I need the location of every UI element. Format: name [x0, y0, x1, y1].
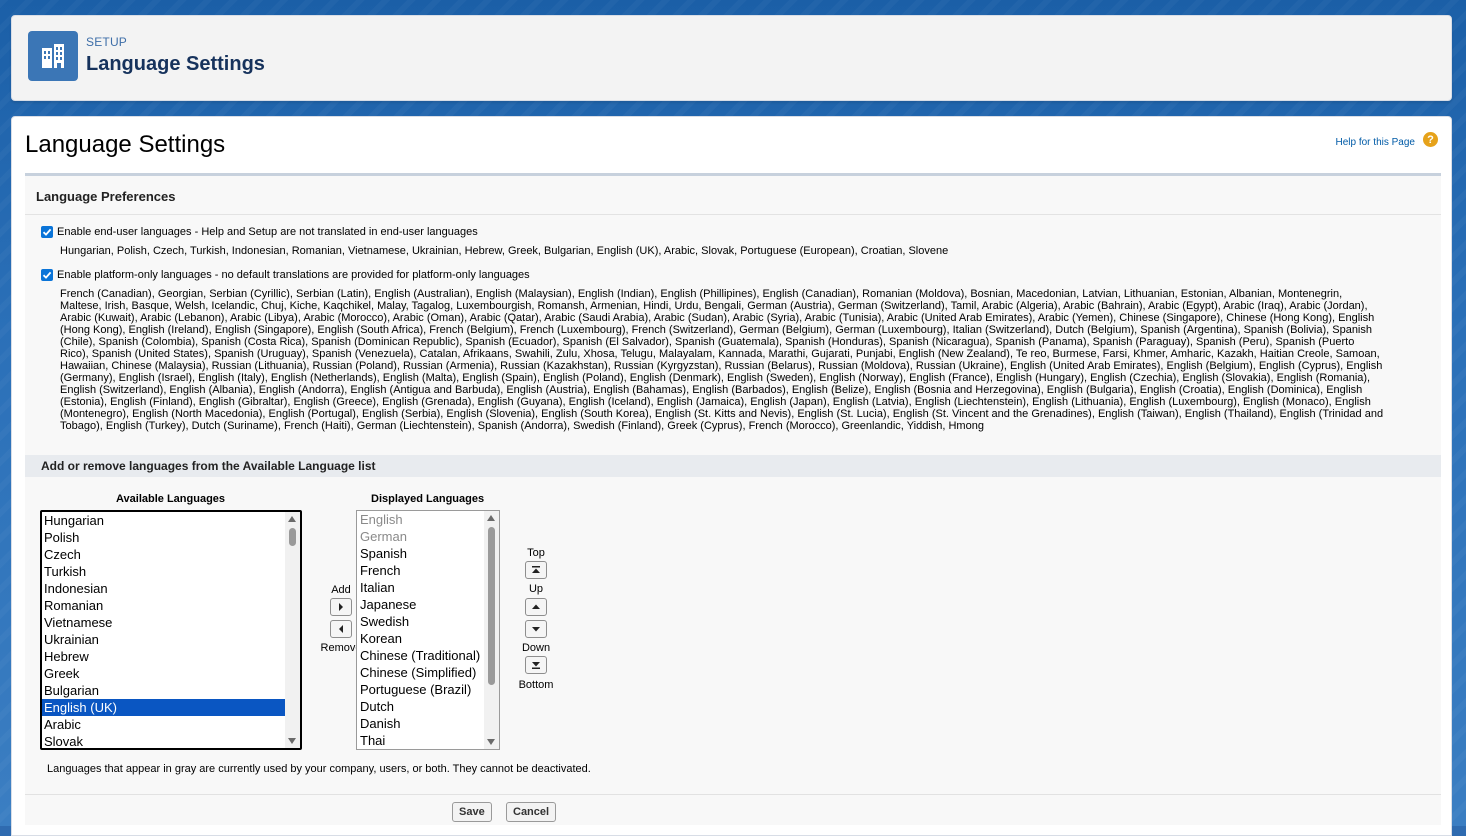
- available-language-option[interactable]: Arabic: [42, 716, 285, 733]
- building-icon: [28, 31, 78, 81]
- form-footer: Save Cancel: [25, 794, 1441, 825]
- platform-only-languages-label: Enable platform-only languages - no defa…: [57, 269, 530, 281]
- available-language-option[interactable]: Czech: [42, 546, 285, 563]
- available-language-option[interactable]: Romanian: [42, 597, 285, 614]
- scroll-thumb[interactable]: [488, 527, 495, 685]
- end-user-languages-label: Enable end-user languages - Help and Set…: [57, 226, 478, 238]
- language-list-line: Rico), Spanish (United States), Spanish …: [60, 348, 1380, 360]
- displayed-language-option[interactable]: Japanese: [358, 596, 499, 613]
- available-language-option[interactable]: Turkish: [42, 563, 285, 580]
- add-remove-heading: Add or remove languages from the Availab…: [25, 455, 1441, 477]
- displayed-languages-listbox[interactable]: English German Spanish French Italian Japanes…: [356, 510, 500, 750]
- cancel-button[interactable]: Cancel: [506, 802, 557, 822]
- available-language-option[interactable]: Bulgarian: [42, 682, 285, 699]
- arrow-right-icon: [339, 603, 343, 611]
- move-bottom-button[interactable]: [525, 656, 547, 674]
- displayed-languages-label: Displayed Languages: [371, 493, 485, 505]
- page-title: Language Settings: [25, 131, 226, 158]
- language-list-line: (Germany), English (Israel), English (It…: [60, 372, 1371, 384]
- displayed-language-option[interactable]: Swedish: [358, 613, 499, 630]
- question-icon[interactable]: ?: [1423, 132, 1438, 147]
- available-language-option[interactable]: Greek: [42, 665, 285, 682]
- header-title: Language Settings: [86, 53, 265, 75]
- language-list-line: Maltese, Irish, Basque, Welsh, Icelandic…: [60, 300, 1368, 312]
- displayed-language-option[interactable]: Dutch: [358, 698, 499, 715]
- add-button[interactable]: [330, 598, 352, 616]
- displayed-language-option[interactable]: English: [358, 511, 499, 528]
- up-label: Up: [528, 583, 544, 595]
- add-label: Add: [331, 584, 351, 596]
- arrow-left-icon: [339, 625, 343, 633]
- remove-button[interactable]: [330, 620, 352, 638]
- displayed-scrollbar[interactable]: [484, 511, 499, 749]
- setup-header: SETUP Language Settings: [11, 15, 1452, 101]
- language-list-line: Arabic (Kuwait), Arabic (Lebanon), Arabi…: [60, 312, 1375, 324]
- language-list-line: (Chile), Spanish (Colombia), Spanish (Co…: [60, 336, 1355, 348]
- header-eyebrow: SETUP: [86, 35, 128, 49]
- available-language-option[interactable]: Ukrainian: [42, 631, 285, 648]
- add-remove-heading-text: Add or remove languages from the Availab…: [41, 459, 376, 473]
- displayed-language-option[interactable]: French: [358, 562, 499, 579]
- available-language-option[interactable]: Vietnamese: [42, 614, 285, 631]
- language-list-line: Tobago), English (Turkey), Dutch (Surina…: [60, 420, 984, 432]
- arrow-up-icon: [532, 604, 540, 609]
- language-list-line: (Hong Kong), English (Ireland), English …: [60, 324, 1372, 336]
- bottom-label: Bottom: [518, 679, 554, 691]
- scroll-down-icon[interactable]: [288, 738, 296, 744]
- gray-languages-note: Languages that appear in gray are curren…: [47, 763, 591, 775]
- scroll-thumb[interactable]: [289, 528, 296, 546]
- arrow-bottom-icon: [532, 662, 540, 669]
- displayed-language-option[interactable]: Chinese (Simplified): [358, 664, 499, 681]
- displayed-language-option[interactable]: Italian: [358, 579, 499, 596]
- arrow-down-icon: [532, 627, 540, 632]
- checkmark-icon: [42, 228, 52, 236]
- move-up-button[interactable]: [525, 598, 547, 616]
- checkmark-icon: [42, 271, 52, 279]
- language-list-line: (Montenegro), English (North Macedonia),…: [60, 408, 1384, 420]
- end-user-languages-checkbox[interactable]: [41, 226, 53, 238]
- platform-only-language-list: French (Canadian), Georgian, Serbian (Cy…: [60, 288, 1435, 432]
- language-preferences-section: Language Preferences Enable end-user lan…: [25, 173, 1441, 458]
- down-label: Down: [521, 642, 551, 654]
- scroll-down-icon[interactable]: [487, 739, 495, 745]
- move-down-button[interactable]: [525, 620, 547, 638]
- available-language-option[interactable]: Polish: [42, 529, 285, 546]
- language-list-line: English (Switzerland), English (Albania)…: [60, 384, 1363, 396]
- language-list-line: French (Canadian), Georgian, Serbian (Cy…: [60, 288, 1343, 300]
- available-language-option[interactable]: Hungarian: [42, 512, 285, 529]
- move-top-button[interactable]: [525, 561, 547, 579]
- language-list-line: (Estonia), English (Finland), English (G…: [60, 396, 1371, 408]
- section-divider: [25, 214, 1441, 215]
- displayed-language-option[interactable]: Portuguese (Brazil): [358, 681, 499, 698]
- available-languages-listbox[interactable]: Hungarian Polish Czech Turkish Indonesian Rom…: [40, 510, 302, 750]
- available-language-option[interactable]: Indonesian: [42, 580, 285, 597]
- displayed-language-option[interactable]: Spanish: [358, 545, 499, 562]
- section-heading: Language Preferences: [36, 189, 176, 204]
- available-scrollbar[interactable]: [285, 512, 300, 748]
- displayed-language-option[interactable]: Danish: [358, 715, 499, 732]
- available-language-option[interactable]: Slovak: [42, 733, 285, 748]
- end-user-language-list: Hungarian, Polish, Czech, Turkish, Indon…: [60, 245, 949, 257]
- available-language-option[interactable]: English (UK): [42, 699, 285, 716]
- scroll-up-icon[interactable]: [288, 516, 296, 522]
- displayed-language-option[interactable]: Thai: [358, 732, 499, 749]
- language-list-line: Hawaiian, Chinese (Malaysia), Russian (L…: [60, 360, 1383, 372]
- arrow-top-icon: [532, 566, 540, 573]
- save-button[interactable]: Save: [452, 802, 492, 822]
- main-content-card: Language Settings Help for this Page ? L…: [11, 116, 1452, 836]
- language-list-editor: Available Languages Displayed Languages …: [25, 477, 1441, 795]
- available-language-option[interactable]: Hebrew: [42, 648, 285, 665]
- displayed-language-option[interactable]: German: [358, 528, 499, 545]
- scroll-up-icon[interactable]: [487, 515, 495, 521]
- displayed-language-option[interactable]: Korean: [358, 630, 499, 647]
- platform-only-languages-checkbox[interactable]: [41, 269, 53, 281]
- displayed-language-option[interactable]: Chinese (Traditional): [358, 647, 499, 664]
- top-label: Top: [527, 547, 545, 559]
- available-languages-label: Available Languages: [116, 493, 226, 505]
- help-link[interactable]: Help for this Page: [1336, 137, 1416, 148]
